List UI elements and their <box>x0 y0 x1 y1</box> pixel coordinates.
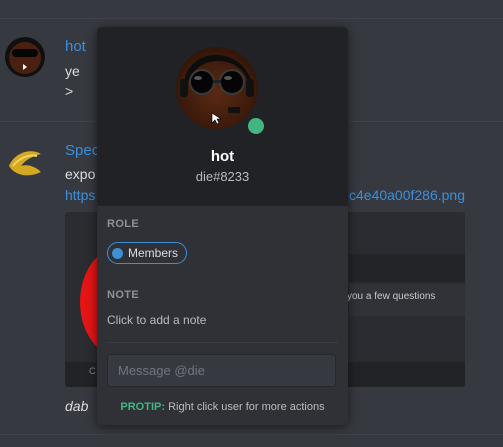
add-note-field[interactable]: Click to add a note <box>107 313 206 327</box>
avatar[interactable] <box>5 37 45 77</box>
message-author[interactable]: hot <box>65 38 86 55</box>
avatar[interactable] <box>5 142 45 182</box>
direct-message-input[interactable] <box>107 354 336 387</box>
role-section-label: ROLE <box>107 218 140 230</box>
message-text: ye <box>65 63 80 79</box>
profile-popout: hot die#8233 ROLE Members NOTE Click to … <box>97 27 348 425</box>
popout-divider <box>107 342 338 343</box>
protip-text: Right click user for more actions <box>168 401 325 413</box>
avatar-sunglasses-icon <box>180 54 254 125</box>
profile-username: hot <box>210 148 235 165</box>
message-divider <box>0 18 503 19</box>
embed-corner-text: C <box>89 366 96 376</box>
message-text: > <box>65 83 74 99</box>
note-section-label: NOTE <box>107 289 140 301</box>
role-name: Members <box>128 246 179 260</box>
protip-label: PROTIP: <box>120 401 166 413</box>
popout-header: hot die#8233 <box>97 27 348 206</box>
profile-tag: die#8233 <box>195 169 250 184</box>
attachment-link[interactable]: https <box>65 187 95 203</box>
attachment-link[interactable]: c4e40a00f286.png <box>349 187 465 203</box>
profile-avatar[interactable] <box>176 47 258 129</box>
role-badge[interactable]: Members <box>107 242 188 264</box>
embed-bar <box>349 254 465 282</box>
message-divider <box>0 434 503 435</box>
online-status-indicator <box>245 115 267 137</box>
embed-text: you a few questions <box>347 291 436 302</box>
message-author[interactable]: Spec <box>65 142 99 159</box>
role-color-icon <box>112 247 123 259</box>
message-text: expo <box>65 166 96 182</box>
protip: PROTIP: Right click user for more action… <box>97 401 348 413</box>
message-caption: dab <box>65 398 89 414</box>
